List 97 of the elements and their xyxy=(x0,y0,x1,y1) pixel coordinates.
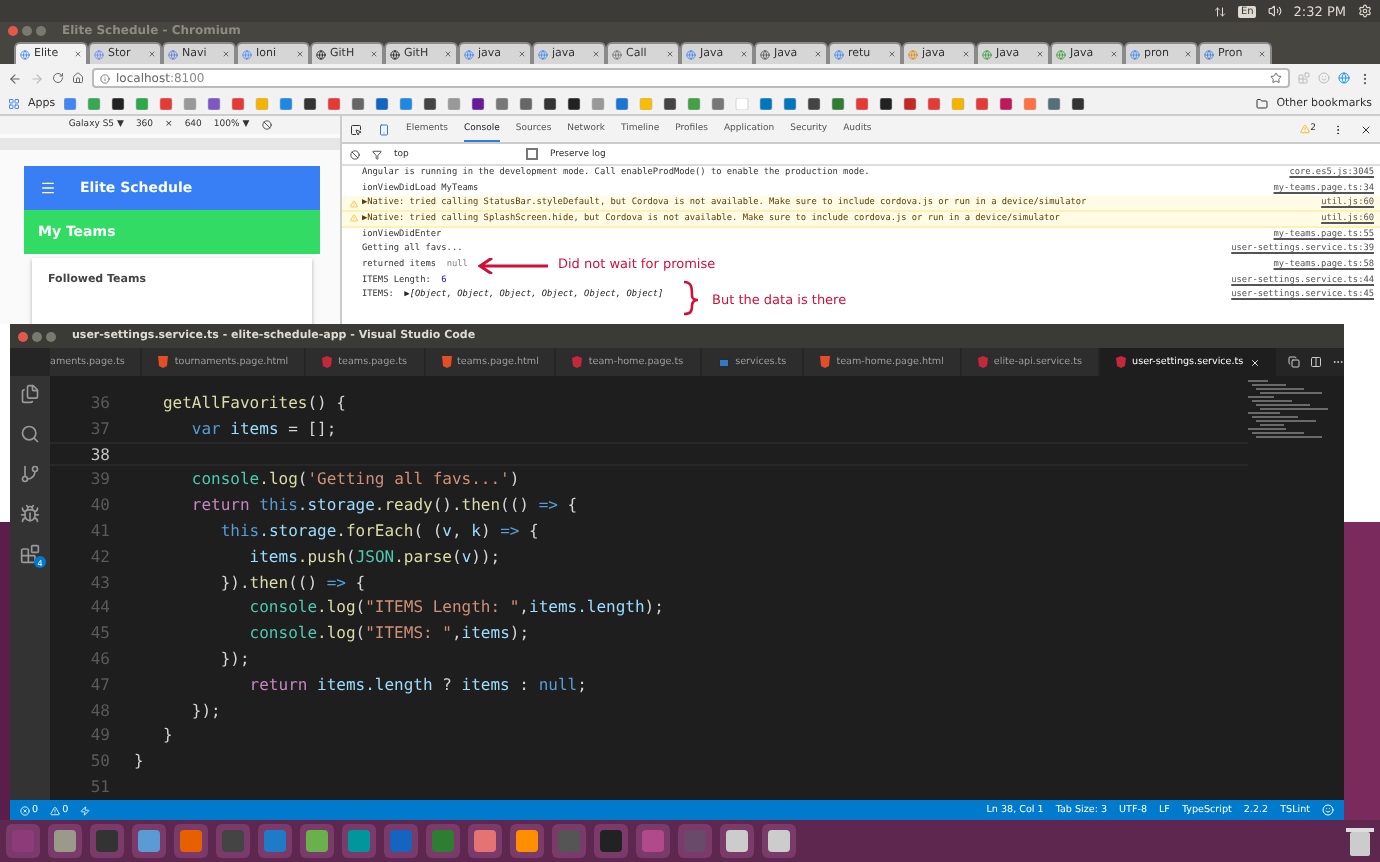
line-number: 43 xyxy=(88,573,110,592)
trash-icon[interactable] xyxy=(1346,825,1374,857)
code-line: } xyxy=(134,752,144,771)
reload-icon[interactable] xyxy=(52,72,64,84)
code-line: } xyxy=(160,726,173,745)
favicon-icon xyxy=(390,49,400,59)
line-number: 46 xyxy=(88,650,110,669)
favicon-icon xyxy=(1204,49,1214,59)
line-number: 38 xyxy=(88,445,110,464)
code-line: var items = []; xyxy=(189,419,337,438)
angular-file-icon xyxy=(572,356,583,368)
favicon-icon xyxy=(316,49,326,59)
split-editor-icon[interactable] xyxy=(1309,356,1322,368)
favicon-icon xyxy=(686,49,696,59)
throttle-icon[interactable] xyxy=(261,120,272,130)
favicon-icon xyxy=(94,49,104,59)
html-file-icon xyxy=(441,356,451,368)
favicon-icon xyxy=(834,49,844,59)
line-number: 51 xyxy=(88,778,110,797)
code-line: }); xyxy=(189,701,221,720)
device-mode-icon[interactable] xyxy=(378,123,390,135)
maximize-button[interactable] xyxy=(46,331,56,341)
home-icon[interactable] xyxy=(72,72,84,84)
html-file-icon xyxy=(158,356,169,368)
volume-icon[interactable] xyxy=(1267,4,1282,18)
code-line: console.log("ITEMS: ",items); xyxy=(247,624,530,643)
explorer-icon[interactable] xyxy=(20,384,40,404)
warning-icon xyxy=(350,214,358,223)
line-number: 44 xyxy=(88,598,110,617)
filter-icon[interactable] xyxy=(372,149,382,159)
minimap-drawing[interactable] xyxy=(1248,380,1328,440)
settings-icon[interactable] xyxy=(1358,4,1372,18)
angular-file-icon xyxy=(322,356,333,368)
close-button[interactable] xyxy=(8,26,18,36)
line-number: 47 xyxy=(88,675,110,694)
code-line: items.push(JSON.parse(v)); xyxy=(247,547,501,566)
feedback-smiley-icon[interactable] xyxy=(1322,804,1334,816)
line-number: 45 xyxy=(88,624,110,643)
line-number: 36 xyxy=(88,393,110,412)
line-number: 49 xyxy=(88,726,110,745)
favicon-icon xyxy=(464,49,474,59)
code-line: this.storage.forEach( (v, k) => { xyxy=(218,521,539,540)
line-number: 50 xyxy=(88,752,110,771)
clear-console-icon[interactable] xyxy=(350,149,360,159)
menu-icon[interactable] xyxy=(40,180,56,196)
code-line: return this.storage.ready().then(() => { xyxy=(189,496,578,515)
line-number: 40 xyxy=(88,496,110,515)
lightning-icon[interactable] xyxy=(80,805,91,815)
favicon-icon xyxy=(982,49,992,59)
debug-icon[interactable] xyxy=(20,504,40,524)
code-line: getAllFavorites() { xyxy=(160,393,346,412)
line-number: 37 xyxy=(88,419,110,438)
code-line: }).then(() => { xyxy=(218,573,366,592)
favicon-icon xyxy=(20,49,30,59)
favicon-icon xyxy=(168,49,178,59)
favicon-icon xyxy=(538,49,548,59)
close-button[interactable] xyxy=(18,331,28,341)
code-line: }); xyxy=(218,650,250,669)
apps-grid-icon[interactable] xyxy=(8,97,20,109)
favicon-icon xyxy=(612,49,622,59)
extensions-icon[interactable] xyxy=(20,544,40,564)
close-icon[interactable] xyxy=(1360,123,1372,135)
favicon-icon xyxy=(1130,49,1140,59)
network-icon[interactable] xyxy=(1214,5,1227,17)
code-line: console.log('Getting all favs...') xyxy=(189,470,520,489)
line-number: 42 xyxy=(88,547,110,566)
minimize-button[interactable] xyxy=(32,331,42,341)
warning-icon xyxy=(350,199,358,208)
favicon-icon xyxy=(760,49,770,59)
angular-file-icon xyxy=(977,356,988,368)
angular-file-icon xyxy=(1116,356,1127,368)
search-icon[interactable] xyxy=(20,424,40,444)
html-file-icon xyxy=(820,356,831,368)
favicon-icon xyxy=(1056,49,1066,59)
line-number: 41 xyxy=(88,521,110,540)
typescript-file-icon xyxy=(717,357,730,367)
extension-icon[interactable] xyxy=(1338,72,1350,84)
code-line: return items.length ? items : null; xyxy=(247,675,587,694)
code-line: console.log("ITEMS Length: ",items.length); xyxy=(247,598,664,617)
folder-icon xyxy=(1256,97,1269,109)
minimize-button[interactable] xyxy=(22,26,32,36)
info-icon xyxy=(100,73,110,83)
compare-icon[interactable] xyxy=(1287,356,1300,368)
annotation-brace xyxy=(682,280,700,316)
line-number: 39 xyxy=(88,470,110,489)
source-control-icon[interactable] xyxy=(20,464,40,484)
inspect-icon[interactable] xyxy=(350,123,362,135)
line-number: 48 xyxy=(88,701,110,720)
error-icon[interactable] xyxy=(20,805,30,815)
preserve-log-checkbox[interactable] xyxy=(526,148,538,160)
annotation-arrow xyxy=(478,258,550,274)
favicon-icon xyxy=(242,49,252,59)
bookmark-star-icon[interactable] xyxy=(1270,72,1282,84)
back-icon[interactable] xyxy=(8,71,22,85)
maximize-button[interactable] xyxy=(36,26,46,36)
menu-icon[interactable] xyxy=(1358,71,1372,85)
favicon-icon xyxy=(908,49,918,59)
